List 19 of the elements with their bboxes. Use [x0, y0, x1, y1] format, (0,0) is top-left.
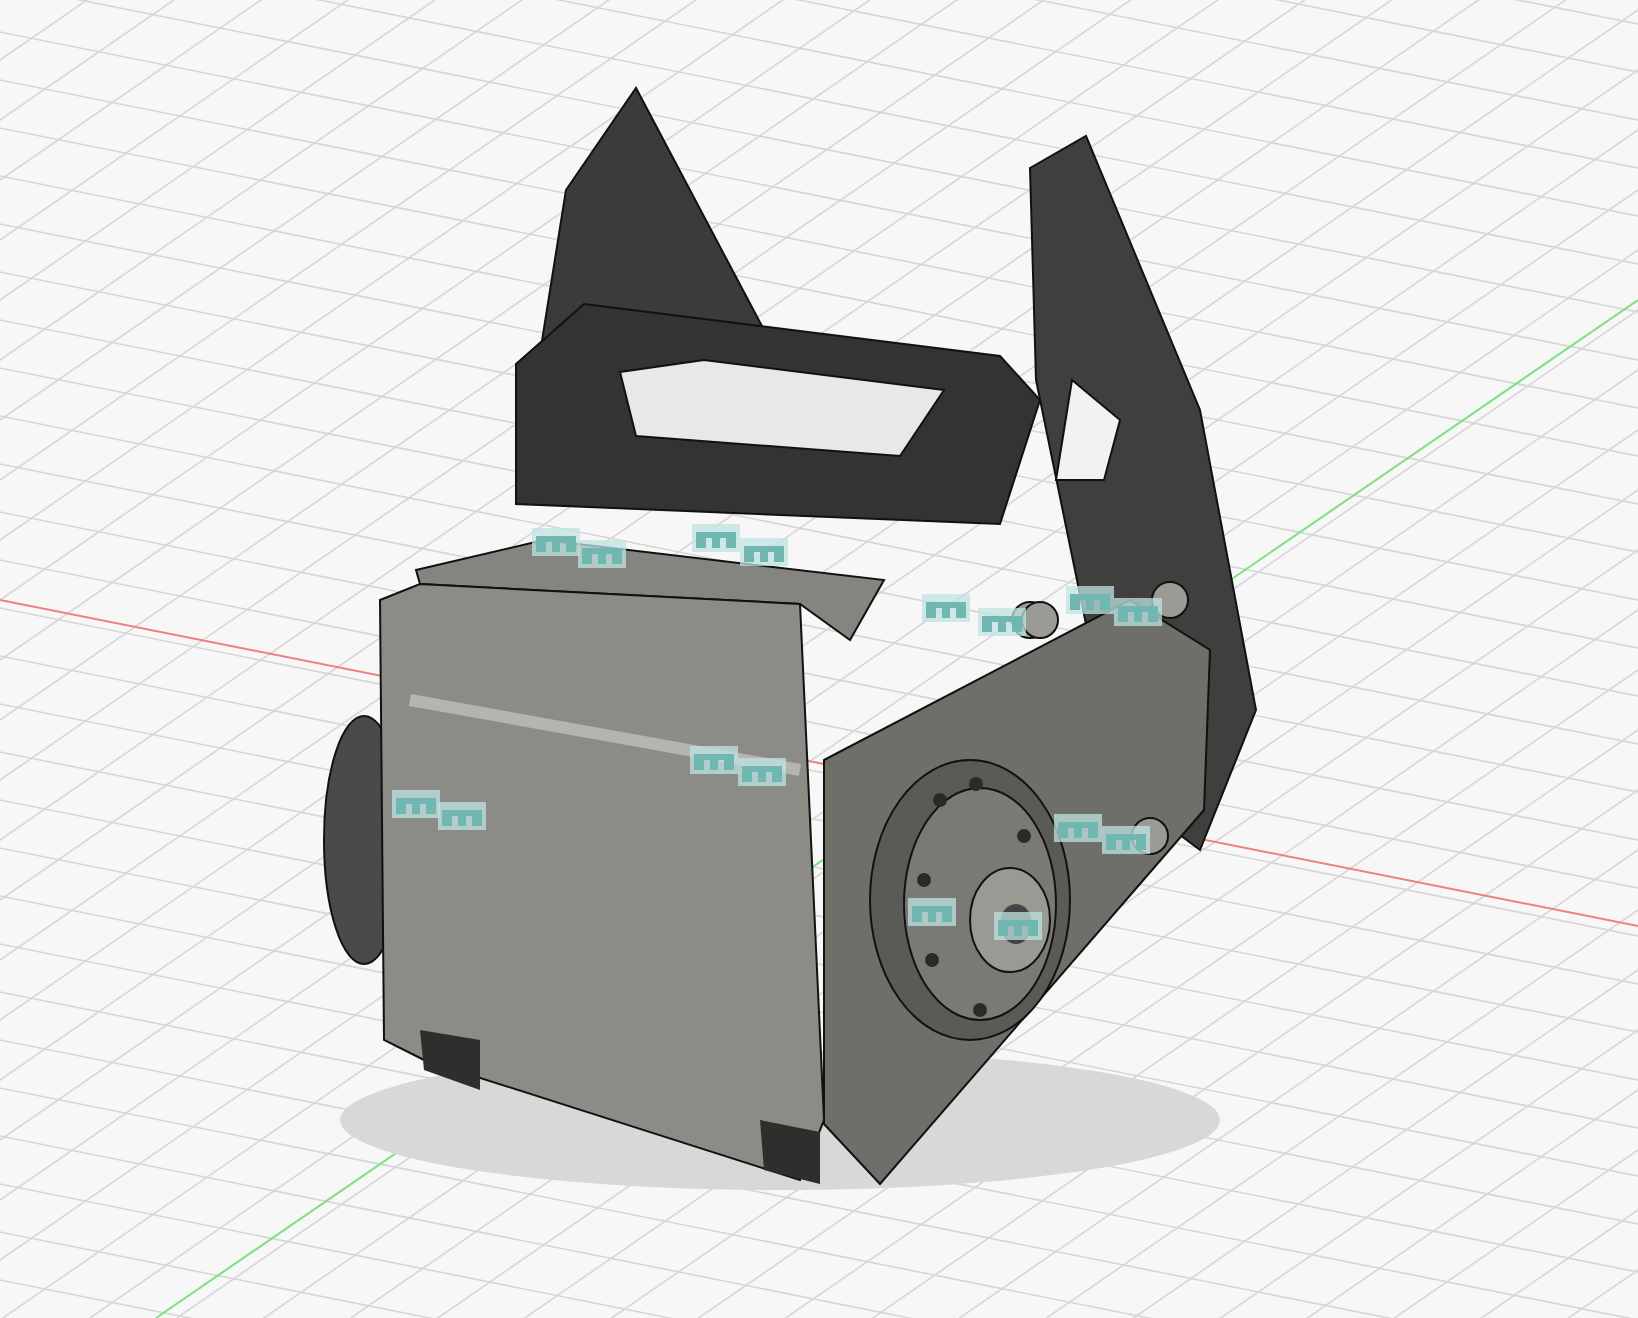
joint-icon[interactable] [532, 528, 580, 556]
joint-icon[interactable] [1066, 586, 1114, 614]
joint-icon[interactable] [578, 540, 626, 568]
joint-icon[interactable] [922, 594, 970, 622]
joint-icon[interactable] [908, 898, 956, 926]
joint-icon[interactable] [738, 758, 786, 786]
joint-icon[interactable] [438, 802, 486, 830]
joint-icon[interactable] [690, 746, 738, 774]
joint-icon[interactable] [1102, 826, 1150, 854]
joint-icon[interactable] [692, 524, 740, 552]
bracket-foot [420, 1030, 480, 1090]
servo-bracket-drawing[interactable] [323, 86, 1258, 1190]
joint-icon[interactable] [994, 912, 1042, 940]
cad-viewport[interactable] [0, 0, 1638, 1318]
joint-icon[interactable] [740, 538, 788, 566]
joint-icon[interactable] [978, 608, 1026, 636]
joint-icon[interactable] [392, 790, 440, 818]
joint-icon[interactable] [1114, 598, 1162, 626]
joint-icon[interactable] [1054, 814, 1102, 842]
